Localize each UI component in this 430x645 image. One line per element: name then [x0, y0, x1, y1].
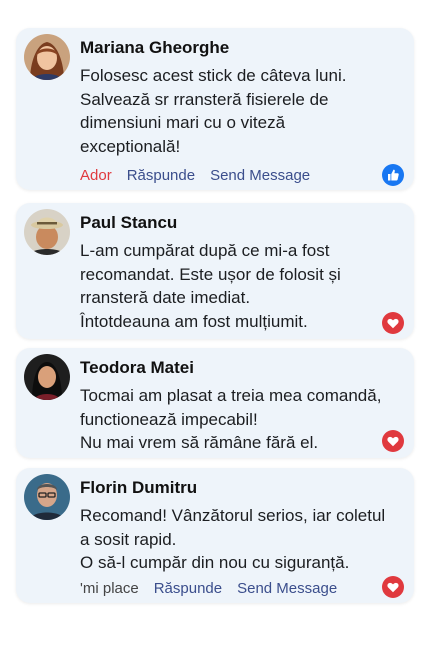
avatar[interactable] — [24, 474, 70, 520]
heart-icon — [382, 576, 404, 598]
comment-line: dimensiuni mari cu o viteză — [80, 113, 286, 132]
comment-line: functionează impecabil! — [80, 409, 258, 429]
comment-card: Paul Stancu L-am cumpărat după ce mi-a f… — [16, 203, 414, 339]
comment-text: Tocmai am plasat a treia mea comandă, fu… — [80, 384, 400, 455]
heart-icon — [382, 430, 404, 452]
like-icon — [382, 164, 404, 186]
comment-line: a sosit rapid. — [80, 529, 177, 549]
comment-text: L-am cumpărat după ce mi-a fost recomand… — [80, 239, 400, 333]
comment-line: Folosesc acest stick de câteva luni. — [80, 66, 347, 85]
comment-text: Recomand! Vânzătorul serios, iar coletul… — [80, 504, 400, 575]
like-button[interactable]: 'mi place — [80, 580, 139, 597]
comment-line: Nu mai vrem să rămâne fără el. — [80, 433, 319, 452]
comment-line: recomandat. Este ușor de folosit și — [80, 264, 341, 284]
comment-line: rransteră date imediat. — [80, 288, 251, 307]
comment-line: Tocmai am plasat a treia mea comandă, — [80, 386, 382, 405]
send-message-button[interactable]: Send Message — [237, 580, 337, 597]
commenter-name[interactable]: Teodora Matei — [80, 358, 194, 378]
comment-actions: Ador Răspunde Send Message — [80, 167, 310, 184]
reply-button[interactable]: Răspunde — [127, 167, 195, 184]
comment-actions: 'mi place Răspunde Send Message — [80, 580, 337, 597]
comment-card: Mariana Gheorghe Folosesc acest stick de… — [16, 28, 414, 190]
comment-card: Florin Dumitru Recomand! Vânzătorul seri… — [16, 468, 414, 603]
comment-card: Teodora Matei Tocmai am plasat a treia m… — [16, 348, 414, 458]
comment-line: L-am cumpărat după ce mi-a fost — [80, 241, 330, 260]
reply-button[interactable]: Răspunde — [154, 580, 222, 597]
comment-line: Recomand! Vânzătorul serios, iar coletul — [80, 506, 386, 525]
avatar[interactable] — [24, 209, 70, 255]
comment-line: Salvează sr rransteră fisierele de — [80, 89, 329, 109]
comment-line: Întotdeauna am fost mulțiumit. — [80, 311, 308, 331]
comment-line: O să-l cumpăr din nou cu siguranță. — [80, 553, 350, 572]
commenter-name[interactable]: Florin Dumitru — [80, 478, 197, 498]
commenter-name[interactable]: Mariana Gheorghe — [80, 38, 229, 58]
avatar[interactable] — [24, 34, 70, 80]
commenter-name[interactable]: Paul Stancu — [80, 213, 177, 233]
comment-line: exceptională! — [80, 136, 181, 156]
heart-icon — [382, 312, 404, 334]
send-message-button[interactable]: Send Message — [210, 167, 310, 184]
comment-text: Folosesc acest stick de câteva luni. Sal… — [80, 64, 400, 158]
react-button[interactable]: Ador — [80, 167, 112, 184]
avatar[interactable] — [24, 354, 70, 400]
